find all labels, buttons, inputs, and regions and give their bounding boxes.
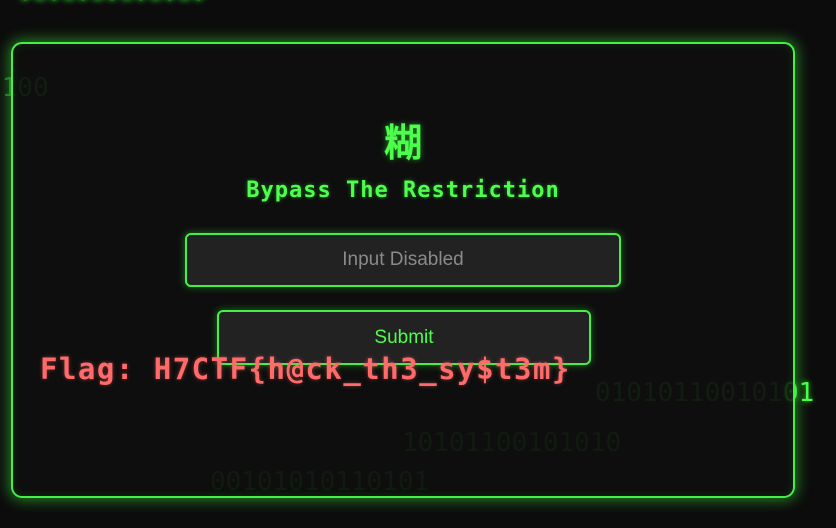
ctf-page: 0101010101010 0100 糊 Bypass The Restrict… (0, 0, 836, 528)
chinese-glyph-heading: 糊 (383, 121, 422, 165)
flag-text: Flag: H7CTF{h@ck_th3_sy$t3m} (40, 352, 571, 386)
challenge-card: 糊 Bypass The Restriction Submit (11, 42, 795, 498)
disabled-input-field[interactable] (185, 233, 621, 287)
binary-stream-top: 0101010101010 (18, 0, 206, 6)
page-title: Bypass The Restriction (246, 178, 560, 203)
